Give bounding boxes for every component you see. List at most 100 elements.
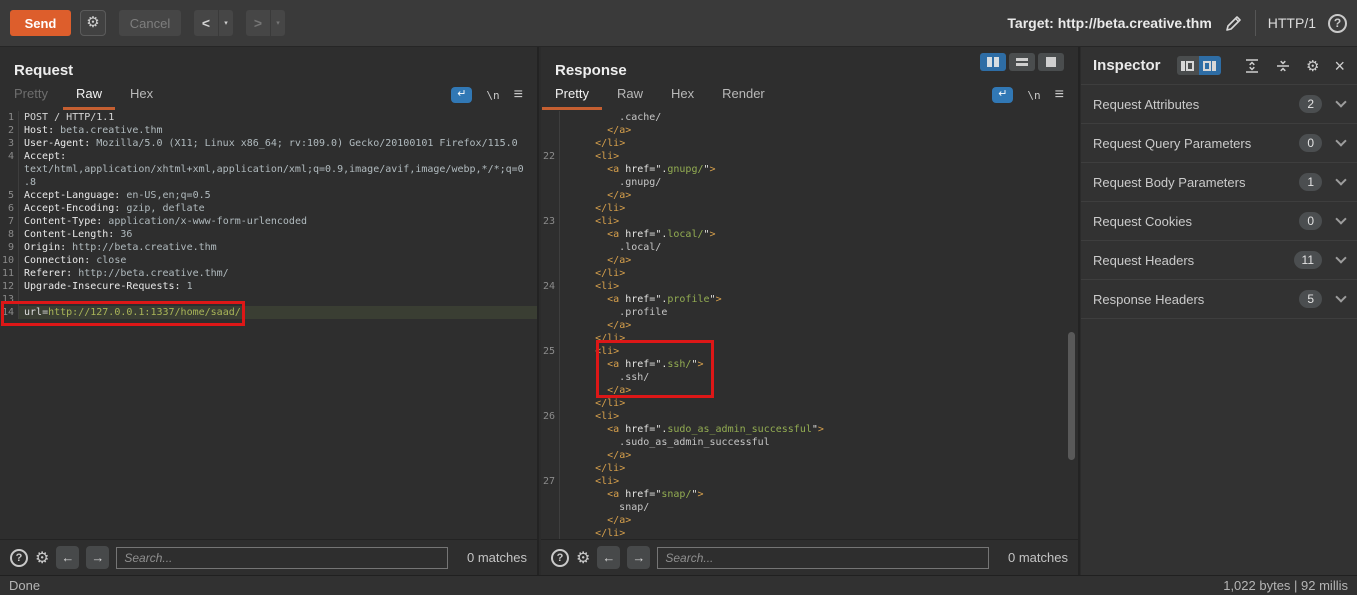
code-line[interactable]: </li>: [541, 137, 1078, 150]
chevron-down-icon[interactable]: [1335, 174, 1346, 185]
tab-hex[interactable]: Hex: [130, 86, 153, 110]
history-forward-dropdown[interactable]: ▾: [270, 10, 285, 36]
code-line[interactable]: 6Accept-Encoding: gzip, deflate: [0, 202, 537, 215]
code-line[interactable]: 26 <li>: [541, 410, 1078, 423]
search-prev-button[interactable]: ←: [597, 546, 620, 569]
layout-columns-button[interactable]: [980, 53, 1006, 71]
tab-hex[interactable]: Hex: [671, 86, 694, 110]
code-line[interactable]: 2Host: beta.creative.thm: [0, 124, 537, 137]
history-forward-button[interactable]: >: [246, 10, 270, 36]
code-line[interactable]: 14url=http://127.0.0.1:1337/home/saad/: [0, 306, 537, 319]
inspector-dock-left-button[interactable]: [1177, 56, 1199, 75]
code-line[interactable]: 12Upgrade-Insecure-Requests: 1: [0, 280, 537, 293]
history-back-button[interactable]: <: [194, 10, 218, 36]
code-line[interactable]: <a href=".sudo_as_admin_successful">: [541, 423, 1078, 436]
layout-stacked-button[interactable]: [1009, 53, 1035, 71]
show-newlines-icon[interactable]: \n: [486, 89, 499, 102]
inspector-settings-gear-icon[interactable]: ⚙: [1306, 57, 1319, 75]
code-line[interactable]: 23 <li>: [541, 215, 1078, 228]
help-icon[interactable]: ?: [1328, 14, 1347, 33]
expand-all-icon[interactable]: [1244, 58, 1260, 74]
code-line[interactable]: 4Accept:: [0, 150, 537, 163]
tab-pretty[interactable]: Pretty: [14, 86, 48, 110]
code-line[interactable]: </a>: [541, 449, 1078, 462]
code-line[interactable]: </li>: [541, 202, 1078, 215]
code-line[interactable]: 3User-Agent: Mozilla/5.0 (X11; Linux x86…: [0, 137, 537, 150]
code-line[interactable]: 10Connection: close: [0, 254, 537, 267]
search-prev-button[interactable]: ←: [56, 546, 79, 569]
code-line[interactable]: <a href=".gnupg/">: [541, 163, 1078, 176]
code-line[interactable]: <a href=".local/">: [541, 228, 1078, 241]
code-line[interactable]: .local/: [541, 241, 1078, 254]
request-search-input[interactable]: [116, 547, 448, 569]
history-back-dropdown[interactable]: ▾: [218, 10, 233, 36]
code-line[interactable]: </li>: [541, 267, 1078, 280]
search-help-icon[interactable]: ?: [10, 549, 28, 567]
code-line[interactable]: 27 <li>: [541, 475, 1078, 488]
code-line[interactable]: 1POST / HTTP/1.1: [0, 111, 537, 124]
code-line[interactable]: </a>: [541, 384, 1078, 397]
code-line[interactable]: </a>: [541, 189, 1078, 202]
search-settings-gear-icon[interactable]: ⚙: [35, 548, 49, 568]
code-line[interactable]: 8Content-Length: 36: [0, 228, 537, 241]
code-line[interactable]: </li>: [541, 527, 1078, 539]
code-line[interactable]: .cache/: [541, 111, 1078, 124]
layout-single-button[interactable]: [1038, 53, 1064, 71]
code-line[interactable]: 24 <li>: [541, 280, 1078, 293]
tab-render[interactable]: Render: [722, 86, 765, 110]
editor-menu-icon[interactable]: ≡: [1055, 90, 1064, 100]
tab-raw[interactable]: Raw: [617, 86, 643, 110]
http-version-selector[interactable]: HTTP/1: [1268, 15, 1316, 31]
editor-menu-icon[interactable]: ≡: [514, 90, 523, 100]
cancel-button[interactable]: Cancel: [119, 10, 181, 36]
inspector-dock-right-button[interactable]: [1199, 56, 1221, 75]
code-line[interactable]: .profile: [541, 306, 1078, 319]
response-search-input[interactable]: [657, 547, 989, 569]
inspector-section-request-query-parameters[interactable]: Request Query Parameters0: [1081, 124, 1357, 163]
code-line[interactable]: .gnupg/: [541, 176, 1078, 189]
code-line[interactable]: text/html,application/xhtml+xml,applicat…: [0, 163, 537, 176]
response-editor[interactable]: .cache/ </a> </li>22 <li> <a href=".gnup…: [541, 110, 1078, 539]
code-line[interactable]: <a href=".profile">: [541, 293, 1078, 306]
chevron-down-icon[interactable]: [1335, 213, 1346, 224]
inspector-close-icon[interactable]: ×: [1334, 59, 1345, 73]
inspector-section-request-cookies[interactable]: Request Cookies0: [1081, 202, 1357, 241]
collapse-all-icon[interactable]: [1275, 58, 1291, 74]
code-line[interactable]: .sudo_as_admin_successful: [541, 436, 1078, 449]
code-line[interactable]: 13: [0, 293, 537, 306]
code-line[interactable]: snap/: [541, 501, 1078, 514]
code-line[interactable]: 11Referer: http://beta.creative.thm/: [0, 267, 537, 280]
search-help-icon[interactable]: ?: [551, 549, 569, 567]
code-line[interactable]: </a>: [541, 124, 1078, 137]
word-wrap-icon[interactable]: ↵: [451, 87, 472, 103]
show-newlines-icon[interactable]: \n: [1027, 89, 1040, 102]
search-next-button[interactable]: →: [627, 546, 650, 569]
code-line[interactable]: </a>: [541, 514, 1078, 527]
response-scrollbar-thumb[interactable]: [1068, 332, 1075, 460]
code-line[interactable]: </li>: [541, 462, 1078, 475]
code-line[interactable]: <a href="snap/">: [541, 488, 1078, 501]
chevron-down-icon[interactable]: [1335, 291, 1346, 302]
code-line[interactable]: 22 <li>: [541, 150, 1078, 163]
inspector-section-request-headers[interactable]: Request Headers11: [1081, 241, 1357, 280]
search-settings-gear-icon[interactable]: ⚙: [576, 548, 590, 568]
tab-raw[interactable]: Raw: [76, 86, 102, 110]
code-line[interactable]: 9Origin: http://beta.creative.thm: [0, 241, 537, 254]
chevron-down-icon[interactable]: [1335, 135, 1346, 146]
code-line[interactable]: 7Content-Type: application/x-www-form-ur…: [0, 215, 537, 228]
send-button[interactable]: Send: [10, 10, 71, 36]
edit-target-pencil-icon[interactable]: [1224, 14, 1243, 33]
chevron-down-icon[interactable]: [1335, 96, 1346, 107]
request-editor[interactable]: 1POST / HTTP/1.12Host: beta.creative.thm…: [0, 110, 537, 539]
chevron-down-icon[interactable]: [1335, 252, 1346, 263]
search-next-button[interactable]: →: [86, 546, 109, 569]
inspector-section-response-headers[interactable]: Response Headers5: [1081, 280, 1357, 319]
code-line[interactable]: </li>: [541, 332, 1078, 345]
code-line[interactable]: </a>: [541, 319, 1078, 332]
word-wrap-icon[interactable]: ↵: [992, 87, 1013, 103]
inspector-section-request-attributes[interactable]: Request Attributes2: [1081, 85, 1357, 124]
code-line[interactable]: 25 <li>: [541, 345, 1078, 358]
code-line[interactable]: .8: [0, 176, 537, 189]
code-line[interactable]: </li>: [541, 397, 1078, 410]
send-settings-gear-icon[interactable]: ⚙: [80, 10, 106, 36]
